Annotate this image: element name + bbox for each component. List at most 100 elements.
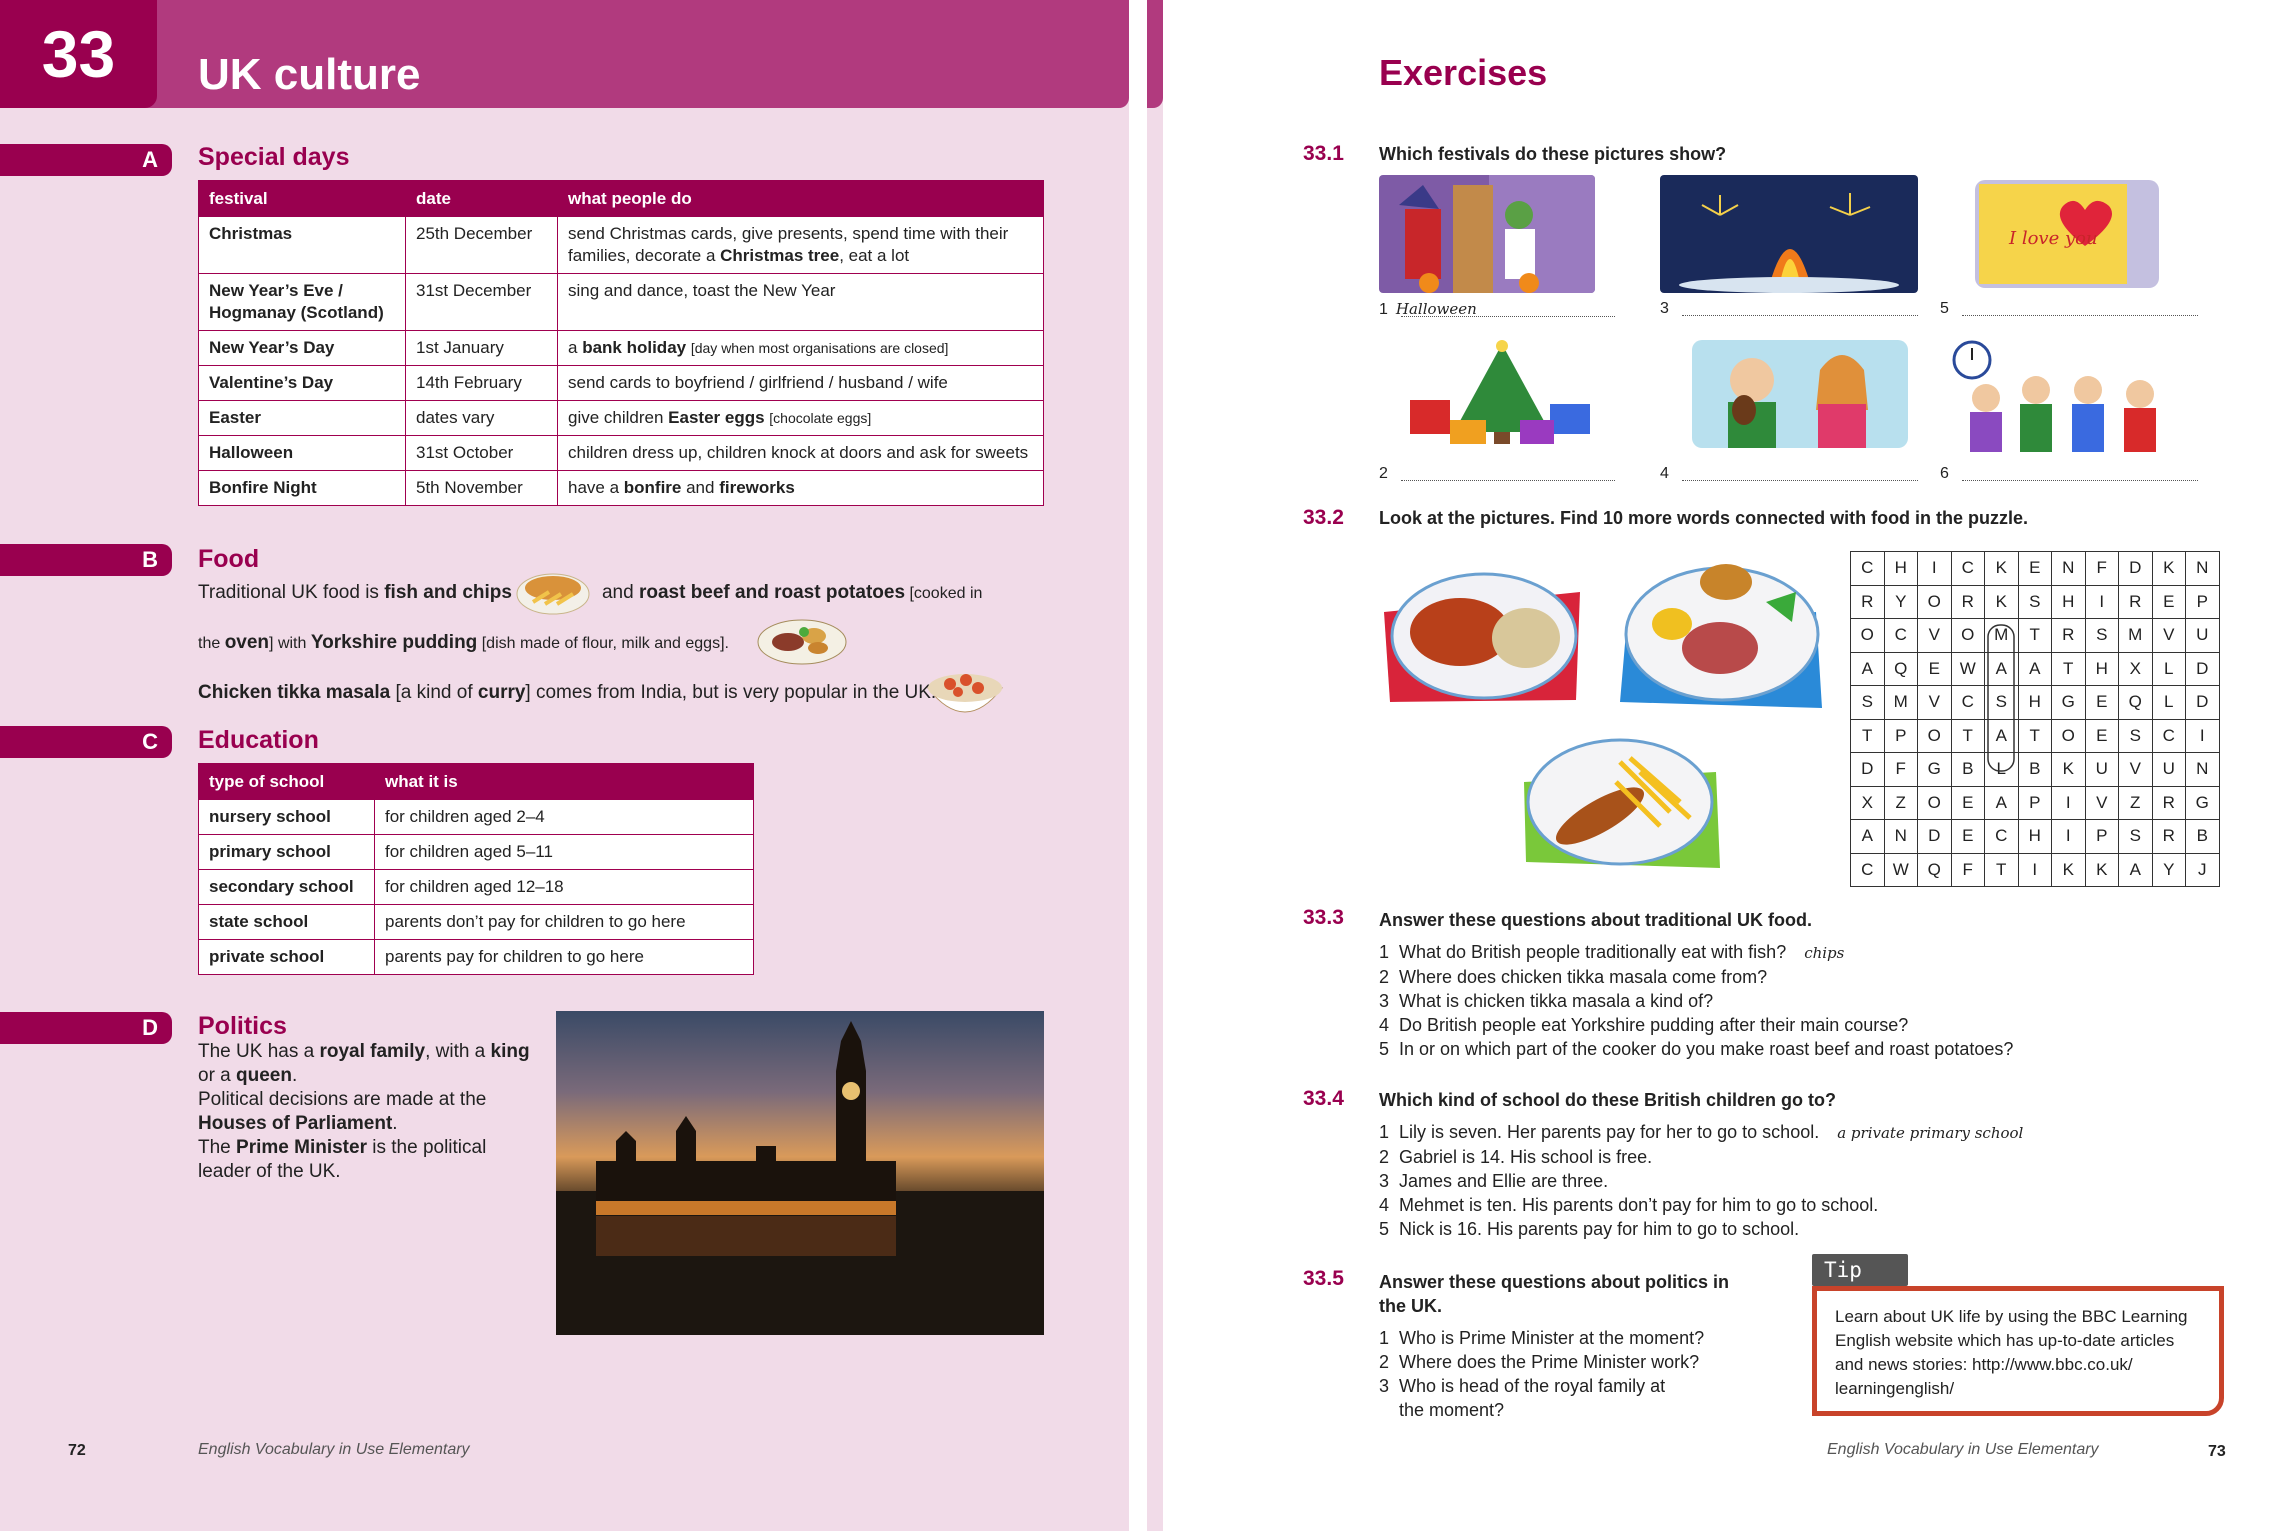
what-cell: sing and dance, toast the New Year bbox=[557, 273, 1044, 331]
puzzle-cell: A bbox=[1850, 651, 1885, 686]
fish-chips-plate-picture bbox=[1524, 738, 1720, 868]
exercise-33-4-number: 33.4 bbox=[1303, 1087, 1344, 1110]
puzzle-cell: R bbox=[1950, 584, 1985, 619]
puzzle-cell: S bbox=[2118, 718, 2153, 753]
question-item: 3 James and Ellie are three. bbox=[1379, 1171, 1609, 1191]
puzzle-cell: S bbox=[1850, 685, 1885, 720]
puzzle-cell: J bbox=[2185, 852, 2220, 887]
question-item: 5 Nick is 16. His parents pay for him to … bbox=[1379, 1219, 1800, 1239]
festival-cell: Bonfire Night bbox=[198, 470, 406, 506]
puzzle-cell: G bbox=[2185, 785, 2220, 820]
col-header-date: date bbox=[405, 180, 558, 217]
puzzle-cell: C bbox=[1850, 852, 1885, 887]
puzzle-cell: W bbox=[1883, 852, 1918, 887]
puzzle-cell: S bbox=[2118, 819, 2153, 854]
festival-cell: New Year’s Eve / Hogmanay (Scotland) bbox=[198, 273, 406, 331]
puzzle-cell: D bbox=[2185, 685, 2220, 720]
puzzle-cell: C bbox=[1883, 618, 1918, 653]
puzzle-cell: O bbox=[1850, 618, 1885, 653]
puzzle-cell: K bbox=[2084, 852, 2119, 887]
answer-line-2: 2 bbox=[1379, 465, 1615, 483]
unit-number: 33 bbox=[0, 0, 157, 108]
what-cell: a bank holiday [day when most organisati… bbox=[557, 330, 1044, 366]
table-row: nursery school for children aged 2–4 bbox=[198, 799, 754, 835]
puzzle-cell: P bbox=[2017, 785, 2052, 820]
houses-of-parliament-photo bbox=[556, 1011, 1044, 1335]
page-gutter bbox=[1129, 0, 1147, 1531]
puzzle-cell: V bbox=[1917, 618, 1952, 653]
question-item: the moment? bbox=[1399, 1400, 1505, 1420]
puzzle-cell: E bbox=[1950, 785, 1985, 820]
puzzle-cell: E bbox=[2084, 685, 2119, 720]
valentines-card-picture: I love you bbox=[1975, 180, 2159, 288]
puzzle-cell: C bbox=[1950, 685, 1985, 720]
col-header-what-it-is: what it is bbox=[374, 763, 754, 800]
puzzle-cell: S bbox=[1984, 685, 2019, 720]
question-item: 3 Who is head of the royal family at bbox=[1379, 1376, 1666, 1396]
puzzle-cell: B bbox=[1950, 752, 1985, 787]
puzzle-cell: I bbox=[1917, 551, 1952, 586]
festival-cell: Halloween bbox=[198, 435, 406, 471]
puzzle-cell: C bbox=[1950, 551, 1985, 586]
puzzle-cell: T bbox=[2017, 618, 2052, 653]
puzzle-cell: U bbox=[2185, 618, 2220, 653]
puzzle-row: CHICKENFDKN bbox=[1850, 551, 2220, 586]
puzzle-cell: H bbox=[2051, 584, 2086, 619]
puzzle-row: SMVCSHGEQLD bbox=[1850, 685, 2220, 720]
school-desc-cell: for children aged 2–4 bbox=[374, 799, 754, 835]
puzzle-row: CWQFTIKKAYJ bbox=[1850, 852, 2220, 887]
exercise-33-2-question: Look at the pictures. Find 10 more words… bbox=[1379, 508, 2029, 528]
school-desc-cell: parents don’t pay for children to go her… bbox=[374, 904, 754, 940]
puzzle-cell: A bbox=[2017, 651, 2052, 686]
puzzle-cell: K bbox=[1984, 551, 2019, 586]
puzzle-cell: D bbox=[2118, 551, 2153, 586]
answer-line-1: 1 Halloween bbox=[1379, 300, 1615, 319]
puzzle-cell: M bbox=[2118, 618, 2153, 653]
col-header-festival: festival bbox=[198, 180, 406, 217]
puzzle-row: DFGBLBKUVUN bbox=[1850, 752, 2220, 787]
bonfire-night-picture bbox=[1660, 175, 1918, 293]
tip-box: Learn about UK life by using the BBC Lea… bbox=[1812, 1286, 2224, 1416]
puzzle-cell: T bbox=[1850, 718, 1885, 753]
roast-beef-image bbox=[757, 619, 847, 665]
puzzle-cell: A bbox=[1984, 785, 2019, 820]
puzzle-cell: N bbox=[2051, 551, 2086, 586]
answer-line-5: 5 bbox=[1940, 300, 2198, 318]
fish-and-chips-image bbox=[516, 573, 590, 615]
festival-cell: Christmas bbox=[198, 216, 406, 274]
puzzle-cell: K bbox=[2151, 551, 2186, 586]
puzzle-cell: S bbox=[2017, 584, 2052, 619]
puzzle-cell: A bbox=[1850, 819, 1885, 854]
puzzle-cell: C bbox=[2151, 718, 2186, 753]
puzzle-cell: N bbox=[2185, 551, 2220, 586]
school-type-cell: state school bbox=[198, 904, 375, 940]
right-page-number: 73 bbox=[2208, 1443, 2226, 1460]
puzzle-cell: P bbox=[2084, 819, 2119, 854]
what-cell: children dress up, children knock at doo… bbox=[557, 435, 1044, 471]
puzzle-cell: G bbox=[2051, 685, 2086, 720]
table-row: Valentine’s Day 14th February send cards t… bbox=[198, 365, 1044, 401]
puzzle-cell: W bbox=[1950, 651, 1985, 686]
date-cell: 14th February bbox=[405, 365, 558, 401]
puzzle-cell: X bbox=[2118, 651, 2153, 686]
school-type-cell: private school bbox=[198, 939, 375, 975]
puzzle-cell: I bbox=[2051, 785, 2086, 820]
what-cell: have a bonfire and fireworks bbox=[557, 470, 1044, 506]
puzzle-cell: E bbox=[2151, 584, 2186, 619]
col-header-what: what people do bbox=[557, 180, 1044, 217]
table-row: New Year’s Eve / Hogmanay (Scotland) 31st… bbox=[198, 273, 1044, 331]
section-d-title: Politics bbox=[198, 1012, 287, 1040]
exercise-33-3-question: Answer these questions about traditional… bbox=[1379, 910, 1813, 930]
puzzle-cell: O bbox=[1917, 718, 1952, 753]
puzzle-cell: H bbox=[1883, 551, 1918, 586]
puzzle-cell: Q bbox=[1883, 651, 1918, 686]
question-item: 2 Where does chicken tikka masala come fr… bbox=[1379, 967, 1768, 987]
puzzle-cell: T bbox=[2051, 651, 2086, 686]
section-d-tab: D bbox=[0, 1012, 172, 1044]
festival-cell: Valentine’s Day bbox=[198, 365, 406, 401]
puzzle-cell: L bbox=[1984, 752, 2019, 787]
new-year-picture bbox=[1952, 340, 2156, 452]
puzzle-cell: V bbox=[1917, 685, 1952, 720]
school-desc-cell: parents pay for children to go here bbox=[374, 939, 754, 975]
curry-plate-picture bbox=[1384, 572, 1580, 702]
